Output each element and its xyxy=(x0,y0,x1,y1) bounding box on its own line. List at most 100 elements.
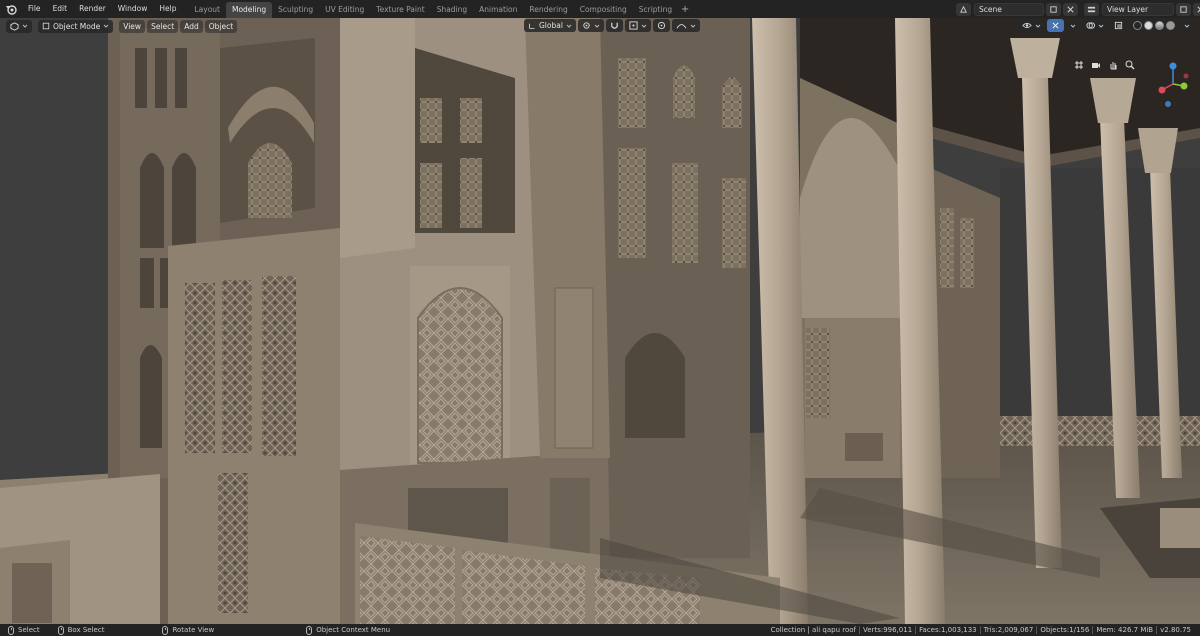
editor-type-button[interactable] xyxy=(6,19,32,33)
menu-window[interactable]: Window xyxy=(112,0,154,18)
mouse-left-icon xyxy=(8,625,14,635)
falloff-button[interactable] xyxy=(671,19,700,32)
menu-object[interactable]: Object xyxy=(204,19,238,33)
menu-render[interactable]: Render xyxy=(73,0,112,18)
menu-file[interactable]: File xyxy=(22,0,47,18)
object-mode-icon xyxy=(42,22,50,30)
mode-label: Object Mode xyxy=(53,21,101,31)
scene-statistics: Collection | ali qapu roof Verts:996,011… xyxy=(768,626,1194,634)
delete-view-layer-icon[interactable] xyxy=(1193,2,1200,16)
tab-texture-paint[interactable]: Texture Paint xyxy=(370,2,430,18)
status-bar: Select Box Select Rotate View Object Con… xyxy=(0,624,1200,636)
viewport-render xyxy=(0,18,1200,624)
scene-icon[interactable] xyxy=(956,2,971,16)
blender-logo-icon[interactable] xyxy=(0,0,22,18)
tab-uv-editing[interactable]: UV Editing xyxy=(319,2,370,18)
gizmo-z-axis[interactable] xyxy=(1169,62,1177,70)
snap-toggle[interactable] xyxy=(605,19,623,32)
wireframe-shading-icon[interactable] xyxy=(1133,21,1142,30)
transform-orientation-selector[interactable]: Global xyxy=(524,19,576,32)
tab-shading[interactable]: Shading xyxy=(431,2,473,18)
rendered-shading-icon[interactable] xyxy=(1166,21,1175,30)
tab-modeling[interactable]: Modeling xyxy=(225,2,273,18)
mode-selector[interactable]: Object Mode xyxy=(38,19,114,33)
hint-context-menu-label: Object Context Menu xyxy=(316,626,391,634)
gizmo-neg-z-axis[interactable] xyxy=(1165,101,1171,107)
scene-name-field[interactable]: Scene xyxy=(974,2,1044,16)
stat-memory: Mem: 426.7 MiB xyxy=(1092,626,1156,634)
chevron-down-icon xyxy=(566,24,572,28)
hint-box-select-label: Box Select xyxy=(67,626,105,634)
viewport-header: Object Mode View Select Add Object Globa… xyxy=(0,18,1200,34)
toggle-grid-icon[interactable] xyxy=(1072,58,1086,72)
menu-select[interactable]: Select xyxy=(147,19,179,33)
menu-edit[interactable]: Edit xyxy=(47,0,74,18)
pan-hand-icon[interactable] xyxy=(1106,58,1120,72)
object-visibility-button[interactable] xyxy=(1018,19,1045,32)
view-layer-selector: View Layer xyxy=(1082,2,1200,16)
solid-shading-icon[interactable] xyxy=(1144,21,1153,30)
hint-rotate-view-label: Rotate View xyxy=(172,626,215,634)
zoom-magnifier-icon[interactable] xyxy=(1123,58,1137,72)
proportional-edit-toggle[interactable] xyxy=(652,19,670,32)
stat-faces: Faces:1,003,133 xyxy=(915,626,979,634)
proportional-edit-icon xyxy=(657,21,666,30)
menu-view[interactable]: View xyxy=(119,19,146,33)
snap-increment-icon xyxy=(629,21,638,30)
3d-viewport[interactable]: Object Mode View Select Add Object Globa… xyxy=(0,18,1200,624)
pivot-point-button[interactable] xyxy=(577,19,604,32)
workspace-tabs: Layout Modeling Sculpting UV Editing Tex… xyxy=(188,0,692,18)
new-scene-icon[interactable] xyxy=(1046,2,1061,16)
mouse-drag-icon xyxy=(57,625,64,635)
gizmo-toggle[interactable] xyxy=(1047,19,1064,32)
gizmo-neg-x-axis[interactable] xyxy=(1183,73,1189,79)
xray-icon xyxy=(1114,21,1123,30)
gizmo-options-button[interactable] xyxy=(1066,19,1080,32)
chevron-down-icon xyxy=(1035,24,1041,28)
view-layer-field[interactable]: View Layer xyxy=(1102,2,1174,16)
magnet-icon xyxy=(611,22,618,29)
main-menu: File Edit Render Window Help xyxy=(22,0,182,18)
tab-animation[interactable]: Animation xyxy=(473,2,523,18)
shading-options-button[interactable] xyxy=(1180,19,1194,32)
tab-rendering[interactable]: Rendering xyxy=(523,2,573,18)
overlays-toggle[interactable] xyxy=(1082,19,1108,32)
chevron-down-icon xyxy=(103,24,109,28)
camera-view-icon[interactable] xyxy=(1089,58,1103,72)
hint-select: Select xyxy=(8,625,40,635)
chevron-down-icon xyxy=(690,24,696,28)
navigation-tools xyxy=(1072,58,1137,72)
stat-version: v2.80.75 xyxy=(1156,626,1194,634)
shading-mode-buttons xyxy=(1130,19,1178,32)
menu-add[interactable]: Add xyxy=(180,19,203,33)
chevron-down-icon xyxy=(22,24,28,28)
navigation-gizmo[interactable] xyxy=(1148,58,1198,114)
material-preview-icon[interactable] xyxy=(1155,21,1164,30)
chevron-down-icon xyxy=(641,24,647,28)
gizmo-y-axis[interactable] xyxy=(1180,82,1188,90)
menu-help[interactable]: Help xyxy=(153,0,182,18)
orientation-icon xyxy=(529,23,535,29)
mouse-middle-icon xyxy=(162,625,169,635)
new-view-layer-icon[interactable] xyxy=(1176,2,1191,16)
delete-scene-icon[interactable] xyxy=(1063,2,1078,16)
stat-collection: Collection | ali qapu roof xyxy=(770,626,857,634)
scene-selector: Scene xyxy=(954,2,1078,16)
transform-tools: Global xyxy=(522,19,700,32)
xray-toggle[interactable] xyxy=(1110,19,1127,32)
tab-scripting[interactable]: Scripting xyxy=(633,2,678,18)
tab-layout[interactable]: Layout xyxy=(188,2,226,18)
hint-rotate-view: Rotate View xyxy=(162,625,215,635)
hint-select-label: Select xyxy=(18,626,40,634)
hint-box-select: Box Select xyxy=(57,625,105,635)
add-workspace-button[interactable]: + xyxy=(678,2,692,18)
view-layer-icon[interactable] xyxy=(1084,2,1099,16)
3d-viewport-icon xyxy=(10,21,19,31)
tab-sculpting[interactable]: Sculpting xyxy=(272,2,319,18)
tab-compositing[interactable]: Compositing xyxy=(574,2,633,18)
overlays-icon xyxy=(1086,22,1095,29)
viewport-display-controls xyxy=(1016,19,1194,32)
gizmo-x-axis[interactable] xyxy=(1158,86,1166,94)
snap-target-button[interactable] xyxy=(624,19,651,32)
eye-icon xyxy=(1022,23,1032,28)
